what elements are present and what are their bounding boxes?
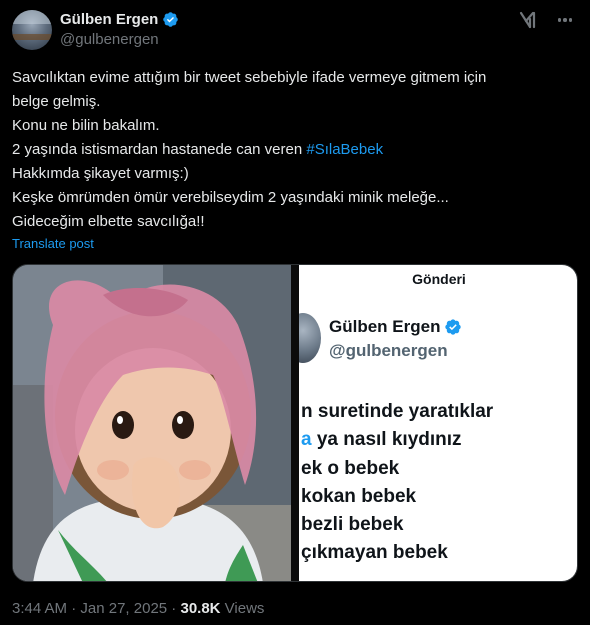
tweet-meta: 3:44 AM · Jan 27, 2025 · 30.8K Views [12,600,264,617]
screenshot-name-row: Gülben Ergen [329,317,462,337]
screenshot-line-4: kokan bebek [301,485,417,507]
tweet-date[interactable]: Jan 27, 2025 [80,600,167,617]
screenshot-line-5: bezli bebek [301,514,404,536]
meta-separator-2: · [167,600,181,617]
screenshot-title: Gönderi [412,271,466,287]
tweet-media[interactable]: Gönderi Gülben Ergen @gulbenergen n sure… [12,264,578,582]
author-name-row[interactable]: Gülben Ergen [60,11,179,28]
screenshot-handle: @gulbenergen [329,341,448,360]
screenshot-line-2: a ya nasıl kıydınız [301,426,493,454]
views-label: Views [220,600,265,617]
author-avatar[interactable] [12,10,52,50]
more-options-icon[interactable] [554,10,576,30]
media-divider [291,265,299,581]
tweet-header: Gülben Ergen @gulbenergen [12,8,578,52]
screenshot-avatar [299,313,321,363]
tweet-line-5: Hakkımda şikayet varmış:) [12,165,189,182]
translate-post-link[interactable]: Translate post [12,236,94,251]
verified-badge-icon [163,12,179,27]
tweet-line-4-text: 2 yaşında istismardan hastanede can vere… [12,141,307,158]
tweet-line-7: Gideceğim elbette savcılığa!! [12,213,205,230]
tweet-line-1: Savcılıktan evime attığım bir tweet sebe… [12,69,487,86]
tweet-line-3: Konu ne bilin bakalım. [12,117,160,134]
author-display-name[interactable]: Gülben Ergen [60,11,158,28]
tweet-time[interactable]: 3:44 AM [12,600,67,617]
tweet-line-6: Keşke ömrümden ömür verebilseydim 2 yaşı… [12,189,449,206]
meta-separator-1: · [67,600,81,617]
views-count: 30.8K [180,600,221,617]
screenshot-line-3: ek o bebek [301,457,400,479]
screenshot-line-1: n suretinde yaratıklar [301,401,494,422]
child-photo-illustration [13,265,291,581]
tweet-line-2: belge gelmiş. [12,93,101,110]
grok-icon[interactable] [518,10,538,30]
screenshot-line-2-link: a [301,429,312,451]
tweet-line-4: 2 yaşında istismardan hastanede can vere… [12,138,578,162]
screenshot-line-2-text: ya nasıl kıydınız [311,429,462,451]
author-handle[interactable]: @gulbenergen [60,31,159,48]
tweet-screenshot-image[interactable]: Gönderi Gülben Ergen @gulbenergen n sure… [299,265,577,581]
screenshot-display-name: Gülben Ergen [329,317,441,336]
screenshot-verified-badge-icon [445,319,462,335]
child-photo[interactable] [13,265,291,581]
screenshot-line-6: çıkmayan bebek [301,542,448,564]
hashtag-link[interactable]: #SılaBebek [306,141,383,158]
screenshot-text: n suretinde yaratıklar a ya nasıl kıydın… [301,398,493,568]
tweet-body: Savcılıktan evime attığım bir tweet sebe… [12,66,578,234]
